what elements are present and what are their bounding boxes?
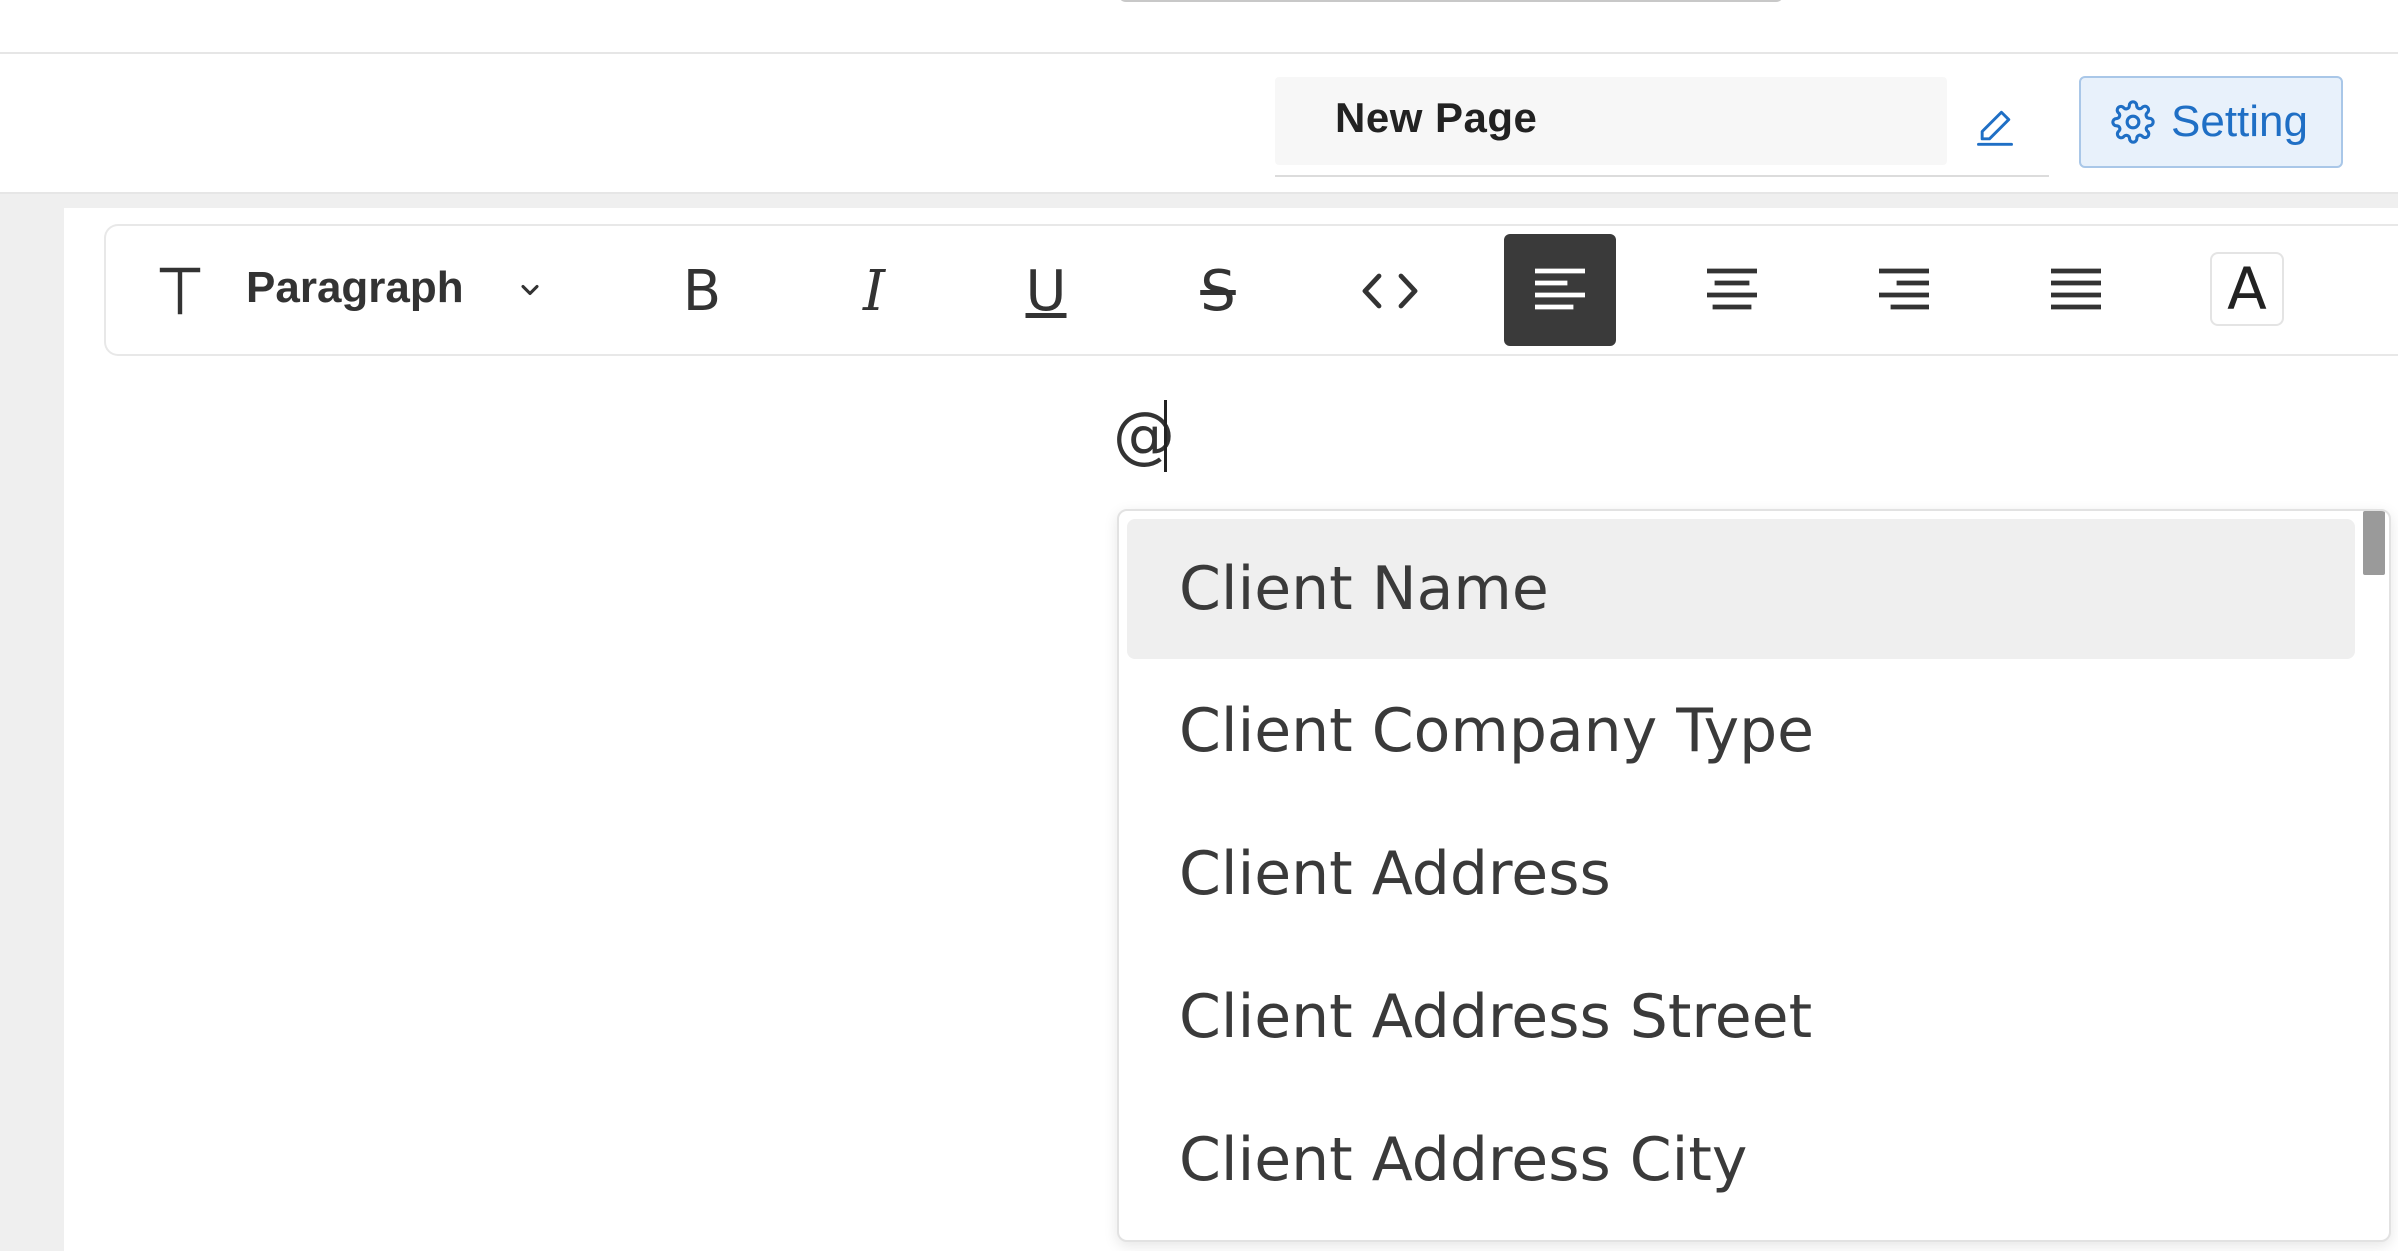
align-center-icon <box>1707 268 1757 310</box>
align-justify-button[interactable] <box>2020 234 2132 346</box>
bold-icon: B <box>682 258 722 324</box>
mention-option-label: Client Name <box>1179 554 1549 624</box>
strikethrough-icon: S <box>1200 258 1236 324</box>
setting-button-label: Setting <box>2171 97 2308 146</box>
text-caret <box>1164 400 1167 472</box>
code-button[interactable] <box>1352 251 1428 331</box>
setting-button[interactable]: Setting <box>2079 76 2343 168</box>
mention-menu-scrollbar[interactable] <box>2361 511 2387 1240</box>
font-color-button[interactable]: A <box>2210 252 2284 326</box>
block-type-button[interactable] <box>150 252 210 328</box>
align-justify-icon <box>2051 268 2101 310</box>
page-title-underline <box>1275 175 2049 177</box>
underline-button[interactable]: U <box>1008 251 1084 331</box>
align-right-icon <box>1879 268 1929 310</box>
align-left-button[interactable] <box>1504 234 1616 346</box>
align-left-icon <box>1535 268 1585 310</box>
underline-icon: U <box>1025 258 1067 324</box>
mention-option-client-address-city[interactable]: Client Address City <box>1127 1090 2355 1230</box>
mention-menu-scrollbar-thumb[interactable] <box>2363 511 2385 575</box>
block-type-label[interactable]: Paragraph <box>246 263 464 313</box>
edit-title-button[interactable] <box>1967 98 2023 154</box>
code-icon <box>1362 273 1418 309</box>
page-title[interactable]: New Page <box>1335 94 1537 142</box>
top-tab-edge <box>1118 0 1784 2</box>
mention-option-label: Client Address City <box>1179 1125 1748 1195</box>
mention-option-client-address-street[interactable]: Client Address Street <box>1127 947 2355 1087</box>
italic-button[interactable]: I <box>836 251 912 331</box>
mention-option-client-address[interactable]: Client Address <box>1127 804 2355 944</box>
mention-option-client-name[interactable]: Client Name <box>1127 519 2355 659</box>
mention-option-label: Client Address Street <box>1179 982 1813 1052</box>
italic-icon: I <box>862 258 886 324</box>
mention-suggestion-menu[interactable]: Client Name Client Company Type Client A… <box>1117 509 2391 1242</box>
mention-option-label: Client Company Type <box>1179 696 1815 766</box>
top-strip <box>0 0 2398 54</box>
block-type-dropdown[interactable] <box>510 270 550 310</box>
strikethrough-button[interactable]: S <box>1180 251 1256 331</box>
gear-icon <box>2111 100 2155 144</box>
align-right-button[interactable] <box>1848 234 1960 346</box>
text-type-icon <box>159 267 201 315</box>
font-color-icon: A <box>2227 255 2267 323</box>
page-header: New Page Setting <box>0 54 2398 194</box>
bold-button[interactable]: B <box>664 251 740 331</box>
pencil-icon <box>1977 110 2013 146</box>
mention-option-client-company-type[interactable]: Client Company Type <box>1127 661 2355 801</box>
mention-option-label: Client Address <box>1179 839 1611 909</box>
chevron-down-icon <box>521 284 539 296</box>
align-center-button[interactable] <box>1676 234 1788 346</box>
